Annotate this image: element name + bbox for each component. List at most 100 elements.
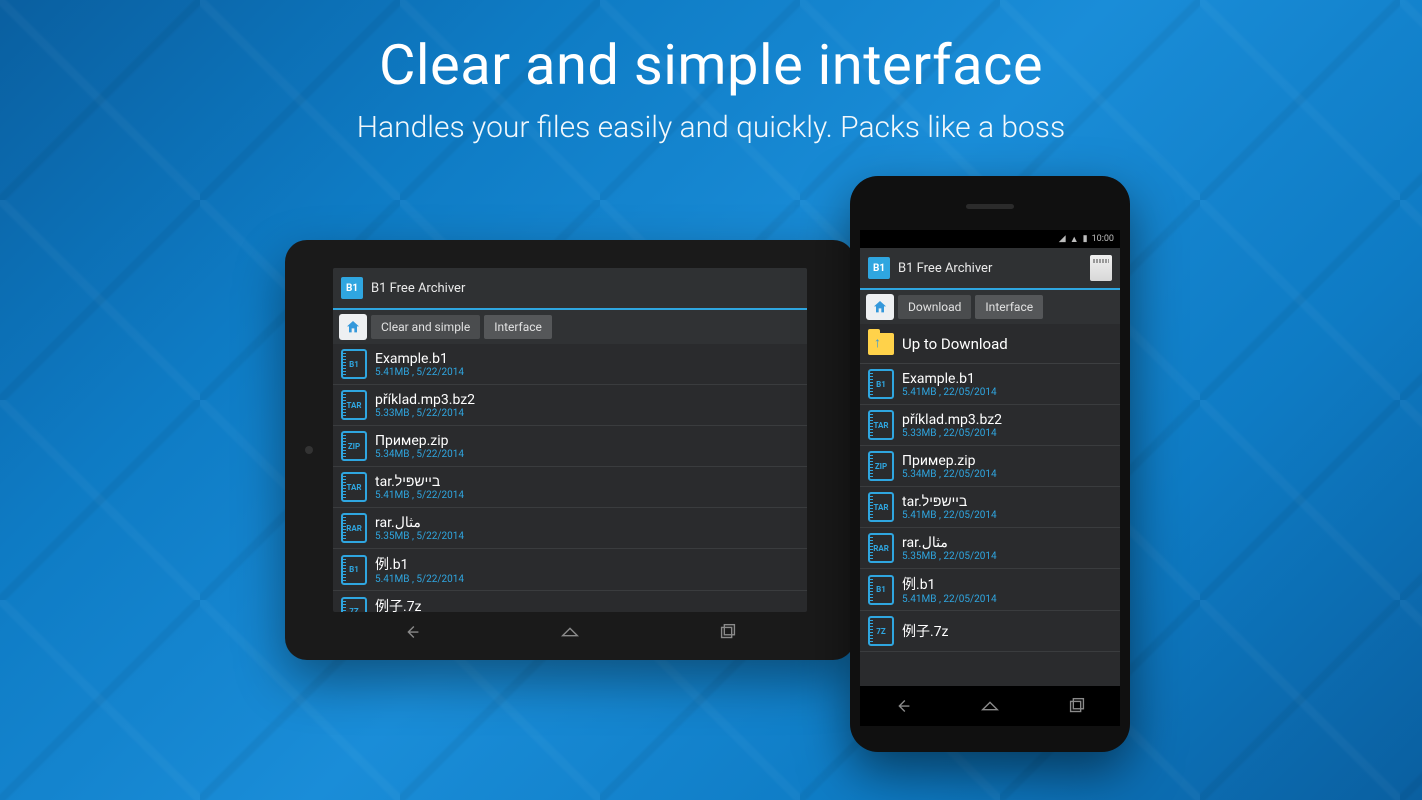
file-type-icon: B1 xyxy=(868,369,894,399)
up-nav-label: Up to Download xyxy=(902,335,1008,353)
file-info: 例.b15.41MB , 22/05/2014 xyxy=(902,574,997,605)
file-row[interactable]: TAR tar.ביישפּיל5.41MB , 5/22/2014 xyxy=(333,467,807,508)
file-type-icon: B1 xyxy=(341,555,367,585)
wifi-icon: ◢ xyxy=(1059,234,1066,244)
file-row[interactable]: 7Z例子.7z xyxy=(860,611,1120,652)
file-row[interactable]: ZIPПример.zip5.34MB , 5/22/2014 xyxy=(333,426,807,467)
file-meta: 5.41MB , 5/22/2014 xyxy=(375,574,464,585)
status-time: 10:00 xyxy=(1092,234,1114,244)
file-name: 例.b1 xyxy=(375,554,464,574)
file-type-icon: B1 xyxy=(341,349,367,379)
file-row[interactable]: B1 例.b15.41MB , 22/05/2014 xyxy=(860,569,1120,611)
up-nav[interactable]: Up to Download xyxy=(860,324,1120,364)
phone-speaker xyxy=(966,204,1014,209)
app-titlebar: B1 B1 Free Archiver xyxy=(860,248,1120,290)
file-info: tar.ביישפּיל5.41MB , 5/22/2014 xyxy=(375,473,464,501)
file-info: Пример.zip5.34MB , 22/05/2014 xyxy=(902,453,997,480)
file-name: příklad.mp3.bz2 xyxy=(375,392,475,408)
file-row[interactable]: ZIP Пример.zip5.34MB , 22/05/2014 xyxy=(860,446,1120,487)
file-info: 例子.7z xyxy=(902,621,949,641)
file-meta: 5.33MB , 22/05/2014 xyxy=(902,428,1002,439)
crumb-1[interactable]: Interface xyxy=(484,315,552,339)
b1-logo-icon: B1 xyxy=(868,257,890,279)
file-info: Example.b15.41MB , 5/22/2014 xyxy=(375,351,464,378)
file-meta: 5.35MB , 5/22/2014 xyxy=(375,531,464,542)
status-bar: ◢ ▲ ▮ 10:00 xyxy=(860,230,1120,248)
file-row[interactable]: B1 例.b15.41MB , 5/22/2014 xyxy=(333,549,807,591)
file-name: tar.ביישפּיל xyxy=(375,473,464,490)
file-name: 例子.7z xyxy=(375,596,464,612)
file-info: tar.ביישפּיל5.41MB , 22/05/2014 xyxy=(902,493,997,521)
file-meta: 5.41MB , 22/05/2014 xyxy=(902,387,997,398)
file-info: Example.b15.41MB , 22/05/2014 xyxy=(902,371,997,398)
file-type-icon: 7Z xyxy=(341,597,367,613)
recents-icon[interactable] xyxy=(717,621,739,643)
file-info: rar.مثال5.35MB , 22/05/2014 xyxy=(902,535,997,562)
home-button[interactable] xyxy=(339,314,367,340)
file-meta: 5.35MB , 22/05/2014 xyxy=(902,551,997,562)
phone-device: ◢ ▲ ▮ 10:00 B1 B1 Free Archiver Download… xyxy=(850,176,1130,752)
file-row[interactable]: TAR příklad.mp3.bz25.33MB , 22/05/2014 xyxy=(860,405,1120,446)
file-type-icon: TAR xyxy=(868,410,894,440)
crumb-0[interactable]: Clear and simple xyxy=(371,315,480,339)
file-type-icon: TAR xyxy=(341,390,367,420)
breadcrumb: Clear and simple Interface xyxy=(333,310,807,344)
android-navbar xyxy=(333,612,807,652)
file-info: rar.مثال5.35MB , 5/22/2014 xyxy=(375,515,464,542)
file-type-icon: ZIP xyxy=(868,451,894,481)
file-meta: 5.34MB , 22/05/2014 xyxy=(902,469,997,480)
file-list: B1Example.b15.41MB , 5/22/2014TARpříklad… xyxy=(333,344,807,612)
file-name: tar.ביישפּיל xyxy=(902,493,997,510)
home-button[interactable] xyxy=(866,294,894,320)
tablet-camera xyxy=(305,446,313,454)
file-meta: 5.41MB , 22/05/2014 xyxy=(902,594,997,605)
app-titlebar: B1 B1 Free Archiver xyxy=(333,268,807,310)
breadcrumb: Download Interface xyxy=(860,290,1120,324)
crumb-0[interactable]: Download xyxy=(898,295,971,319)
app-title: B1 Free Archiver xyxy=(898,261,1082,276)
file-row[interactable]: B1 Example.b15.41MB , 22/05/2014 xyxy=(860,364,1120,405)
file-name: rar.مثال xyxy=(902,535,997,551)
file-info: příklad.mp3.bz25.33MB , 22/05/2014 xyxy=(902,412,1002,439)
file-name: 例.b1 xyxy=(902,574,997,594)
home-icon[interactable] xyxy=(979,695,1001,717)
file-name: Example.b1 xyxy=(375,351,464,367)
home-icon[interactable] xyxy=(559,621,581,643)
headline-sub: Handles your files easily and quickly. P… xyxy=(0,110,1422,145)
file-name: Example.b1 xyxy=(902,371,997,387)
folder-up-icon xyxy=(868,333,894,355)
file-name: příklad.mp3.bz2 xyxy=(902,412,1002,428)
file-type-icon: RAR xyxy=(341,513,367,543)
file-row[interactable]: RAR rar.مثال5.35MB , 5/22/2014 xyxy=(333,508,807,549)
file-meta: 5.33MB , 5/22/2014 xyxy=(375,408,475,419)
android-navbar xyxy=(860,686,1120,726)
file-info: 例.b15.41MB , 5/22/2014 xyxy=(375,554,464,585)
b1-logo-icon: B1 xyxy=(341,277,363,299)
headline: Clear and simple interface Handles your … xyxy=(0,32,1422,145)
file-type-icon: B1 xyxy=(868,575,894,605)
file-type-icon: RAR xyxy=(868,533,894,563)
file-meta: 5.41MB , 22/05/2014 xyxy=(902,510,997,521)
file-name: 例子.7z xyxy=(902,621,949,641)
back-icon[interactable] xyxy=(401,621,423,643)
recents-icon[interactable] xyxy=(1066,695,1088,717)
app-title: B1 Free Archiver xyxy=(371,281,799,296)
back-icon[interactable] xyxy=(892,695,914,717)
file-row[interactable]: 7Z例子.7z5.37MB , 5/22/2014 xyxy=(333,591,807,612)
file-list: B1Example.b15.41MB , 22/05/2014TARpříkla… xyxy=(860,364,1120,690)
file-row[interactable]: TARtar.ביישפּיל5.41MB , 22/05/2014 xyxy=(860,487,1120,528)
file-name: Пример.zip xyxy=(375,433,464,449)
file-name: Пример.zip xyxy=(902,453,997,469)
headline-title: Clear and simple interface xyxy=(0,32,1422,98)
crumb-1[interactable]: Interface xyxy=(975,295,1043,319)
file-meta: 5.41MB , 5/22/2014 xyxy=(375,490,464,501)
file-row[interactable]: B1 Example.b15.41MB , 5/22/2014 xyxy=(333,344,807,385)
file-info: příklad.mp3.bz25.33MB , 5/22/2014 xyxy=(375,392,475,419)
file-row[interactable]: RAR rar.مثال5.35MB , 22/05/2014 xyxy=(860,528,1120,569)
file-info: Пример.zip5.34MB , 5/22/2014 xyxy=(375,433,464,460)
file-meta: 5.41MB , 5/22/2014 xyxy=(375,367,464,378)
phone-screen: ◢ ▲ ▮ 10:00 B1 B1 Free Archiver Download… xyxy=(860,230,1120,690)
file-type-icon: TAR xyxy=(341,472,367,502)
archive-button[interactable] xyxy=(1090,255,1112,281)
file-row[interactable]: TAR příklad.mp3.bz25.33MB , 5/22/2014 xyxy=(333,385,807,426)
